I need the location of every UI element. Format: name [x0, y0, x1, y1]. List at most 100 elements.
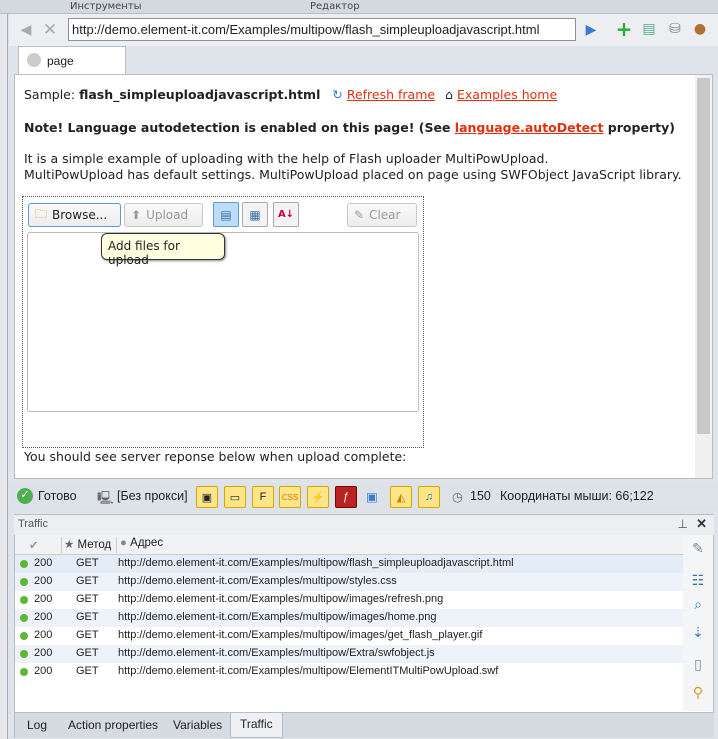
mouse-coordinates: Координаты мыши: 66;122 — [500, 489, 654, 503]
autodetect-link[interactable]: language.autoDetect — [455, 120, 604, 135]
table-row[interactable]: 200 GET http://demo.element-it.com/Examp… — [15, 609, 683, 627]
go-icon[interactable]: ▶ — [582, 20, 600, 40]
address-column-label: Адрес — [130, 537, 164, 549]
description-line-2: MultiPowUpload has default settings. Mul… — [24, 167, 682, 182]
frames-toggle[interactable]: F — [252, 486, 274, 508]
pin-icon[interactable]: ⊥ — [678, 517, 688, 531]
method-column[interactable]: ★ Метод — [61, 537, 111, 553]
upload-button[interactable]: ⬆ Upload — [124, 203, 203, 227]
refresh-frame-link[interactable]: Refresh frame — [347, 87, 435, 102]
proxy-status[interactable]: [Без прокси] — [117, 489, 188, 503]
proxy-icon: 🖳 — [97, 491, 114, 505]
popups-toggle[interactable]: ▭ — [224, 486, 246, 508]
clear-label: Clear — [369, 208, 401, 222]
status-dot-icon — [20, 560, 28, 568]
browse-label: Browse... — [52, 208, 108, 222]
page-source-icon[interactable]: ▤ — [640, 19, 658, 39]
url: http://demo.element-it.com/Examples/mult… — [118, 665, 499, 677]
status-code: 200 — [34, 629, 53, 641]
method-column-label: Метод — [77, 539, 112, 551]
note-suffix: property) — [603, 120, 675, 135]
scrollbar-thumb[interactable] — [697, 78, 710, 434]
left-panel — [0, 14, 8, 739]
method: GET — [76, 647, 99, 659]
method: GET — [76, 611, 99, 623]
url: http://demo.element-it.com/Examples/mult… — [118, 575, 397, 587]
traffic-table-header: ✔ ★ Метод ● Адрес — [15, 535, 683, 555]
status-dot-icon — [20, 578, 28, 586]
tab-tools[interactable]: Инструменты — [70, 1, 142, 13]
tab-page[interactable]: page — [18, 46, 126, 75]
add-icon[interactable]: + — [614, 17, 634, 41]
table-row[interactable]: 200 GET http://demo.element-it.com/Examp… — [15, 663, 683, 681]
tooltip: Add files for upload — [101, 233, 225, 267]
status-code: 200 — [34, 593, 53, 605]
sort-button[interactable]: A↓ — [273, 202, 299, 227]
table-row[interactable]: 200 GET http://demo.element-it.com/Examp… — [15, 645, 683, 663]
clear-cache-icon[interactable]: ⛁ — [666, 19, 684, 39]
tab-traffic[interactable]: Traffic — [230, 713, 283, 738]
status-dot-icon — [20, 650, 28, 658]
url: http://demo.element-it.com/Examples/mult… — [118, 593, 444, 605]
status-dot-icon — [20, 632, 28, 640]
status-column-icon[interactable]: ✔ — [29, 538, 39, 552]
search-icon[interactable]: ⌕ — [688, 595, 708, 615]
file-list[interactable] — [27, 232, 419, 412]
flash-toggle[interactable]: ƒ — [335, 486, 357, 508]
activex-icon[interactable]: ▣ — [366, 489, 378, 504]
stop-icon[interactable]: ✕ — [40, 20, 60, 40]
status-code: 200 — [34, 557, 53, 569]
tab-log[interactable]: Log — [27, 718, 47, 732]
broom-icon: ✎ — [354, 208, 365, 222]
clear-cookies-icon[interactable]: ● — [690, 19, 710, 39]
bottom-tabs: Log Action properties Variables Traffic — [15, 712, 714, 738]
ready-icon: ✓ — [17, 488, 33, 504]
url: http://demo.element-it.com/Examples/mult… — [118, 557, 514, 569]
sound-alert-toggle[interactable]: ◭ — [390, 486, 412, 508]
table-row[interactable]: 200 GET http://demo.element-it.com/Examp… — [15, 555, 683, 573]
close-icon[interactable]: ✕ — [696, 516, 707, 532]
timer-value: 150 — [470, 489, 491, 503]
music-toggle[interactable]: ♫ — [418, 486, 440, 508]
status-ready: Готово — [38, 489, 77, 503]
status-dot-icon — [20, 668, 28, 676]
table-row[interactable]: 200 GET http://demo.element-it.com/Examp… — [15, 591, 683, 609]
clear-button[interactable]: ✎ Clear — [347, 203, 417, 227]
traffic-side-toolbar: ✎ ☷ ⌕ ⇣ ▯ ⚲ — [683, 535, 713, 711]
examples-home-link[interactable]: Examples home — [457, 87, 557, 102]
back-icon[interactable]: ◀ — [16, 20, 36, 40]
table-row[interactable]: 200 GET http://demo.element-it.com/Examp… — [15, 573, 683, 591]
tab-variables[interactable]: Variables — [173, 718, 222, 732]
panel-title: Traffic — [18, 518, 48, 530]
broom-icon[interactable]: ⚲ — [688, 683, 708, 703]
thumbnail-view-icon: ▦ — [249, 207, 261, 222]
url: http://demo.element-it.com/Examples/mult… — [118, 611, 437, 623]
thumbnail-view-button[interactable]: ▦ — [242, 202, 268, 227]
status-code: 200 — [34, 647, 53, 659]
browse-button[interactable]: 🗀 Browse... — [28, 203, 121, 227]
url: http://demo.element-it.com/Examples/mult… — [118, 629, 483, 641]
javascript-toggle[interactable]: ⚡ — [307, 486, 329, 508]
edit-request-icon[interactable]: ✎ — [688, 539, 708, 559]
globe-icon — [27, 53, 41, 67]
tab-action-properties[interactable]: Action properties — [68, 718, 158, 732]
top-tabs: Инструменты Редактор — [0, 0, 718, 14]
note-text: Note! Language autodetection is enabled … — [24, 120, 455, 135]
tree-view-icon[interactable]: ☷ — [688, 571, 708, 591]
images-toggle[interactable]: ▣ — [196, 486, 218, 508]
url-input[interactable]: http://demo.element-it.com/Examples/mult… — [68, 18, 576, 41]
scroll-lock-icon[interactable]: ▯ — [688, 655, 708, 675]
star-icon: ★ — [64, 539, 75, 551]
tab-editor[interactable]: Редактор — [310, 1, 360, 13]
table-row[interactable]: 200 GET http://demo.element-it.com/Examp… — [15, 627, 683, 645]
method: GET — [76, 575, 99, 587]
sort-down-icon[interactable]: ⇣ — [688, 623, 708, 643]
css-toggle[interactable]: CSS — [279, 486, 301, 508]
address-column[interactable]: ● Адрес — [116, 537, 163, 553]
sample-file: flash_simpleuploadjavascript.html — [79, 87, 321, 102]
list-view-button[interactable]: ▤ — [213, 202, 239, 227]
status-code: 200 — [34, 665, 53, 677]
folder-add-icon: 🗀 — [35, 206, 48, 221]
upload-label: Upload — [146, 208, 189, 222]
tab-label: page — [47, 54, 74, 68]
